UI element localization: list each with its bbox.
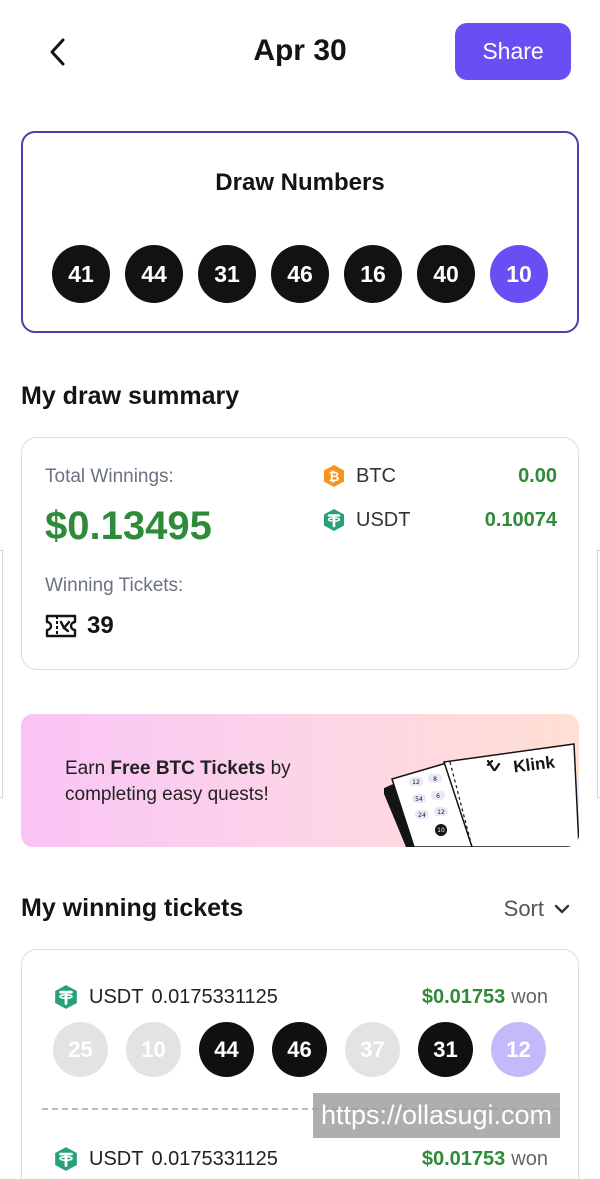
tether-icon xyxy=(55,985,77,1009)
winning-tickets-count-row: 39 xyxy=(45,612,114,640)
ticket-won-word: won xyxy=(511,1147,548,1170)
ticket-ball-miss: 37 xyxy=(345,1022,400,1077)
coin-value: 0.10074 xyxy=(484,508,557,531)
bitcoin-icon: ₿ xyxy=(322,464,346,488)
ticket-currency: USDT xyxy=(89,1147,144,1170)
sort-label: Sort xyxy=(503,896,544,921)
ticket-bonus-ball: 12 xyxy=(491,1022,546,1077)
sort-button[interactable]: Sort xyxy=(504,896,570,922)
ticket-ball-hit: 46 xyxy=(272,1022,327,1077)
draw-ball: 44 xyxy=(125,245,183,303)
ticket-won: $0.01753 won xyxy=(422,986,548,1009)
coin-name: BTC xyxy=(356,464,396,487)
draw-summary-card: Total Winnings: $0.13495 Winning Tickets… xyxy=(21,437,579,670)
draw-ball: 46 xyxy=(271,245,329,303)
left-edge-rail xyxy=(0,550,3,798)
ticket-header: USDT 0.0175331125 $0.01753 won xyxy=(53,984,548,1010)
coin-row-usdt: USDT 0.10074 xyxy=(322,508,557,532)
ticket-amount: 0.0175331125 xyxy=(151,985,278,1008)
draw-numbers-title: Draw Numbers xyxy=(215,169,385,196)
total-winnings-label: Total Winnings: xyxy=(45,466,174,487)
winning-tickets-label: Winning Tickets: xyxy=(45,575,184,596)
promo-text: Earn Free BTC Tickets by completing easy… xyxy=(65,756,365,808)
ticket-won-usd: $0.01753 xyxy=(421,1147,506,1170)
svg-text:₿: ₿ xyxy=(329,470,340,485)
winning-tickets-count: 39 xyxy=(87,612,114,639)
tether-icon xyxy=(55,1147,77,1171)
winning-tickets-title: My winning tickets xyxy=(21,894,244,922)
share-button[interactable]: Share xyxy=(455,23,571,80)
draw-ball: 41 xyxy=(52,245,110,303)
promo-ticket-number: 12 xyxy=(412,779,420,786)
coin-name: USDT xyxy=(356,508,411,531)
ticket-amount: 0.0175331125 xyxy=(151,1147,278,1170)
ticket-balls-row: 25 10 44 46 37 31 12 xyxy=(53,1022,546,1077)
ticket-ball-miss: 10 xyxy=(126,1022,181,1077)
ticket-ball-miss: 25 xyxy=(53,1022,108,1077)
ticket-won-usd: $0.01753 xyxy=(421,985,506,1008)
chevron-down-icon xyxy=(554,904,570,914)
promo-ticket-number: 12 xyxy=(437,809,445,816)
watermark: https://ollasugi.com xyxy=(313,1093,560,1138)
header: Apr 30 Share xyxy=(0,0,600,104)
coin-value: 0.00 xyxy=(518,464,557,487)
promo-ticket-number: 8 xyxy=(433,776,437,783)
winning-tickets-card: USDT 0.0175331125 $0.01753 won 25 10 44 4… xyxy=(21,949,579,1179)
draw-bonus-ball: 10 xyxy=(490,245,548,303)
quests-promo-banner[interactable]: Earn Free BTC Tickets by completing easy… xyxy=(21,714,579,847)
ticket-header: USDT 0.0175331125 $0.01753 won xyxy=(53,1146,548,1172)
promo-text-bold: Free BTC Tickets xyxy=(110,758,266,779)
ticket-ball-hit: 44 xyxy=(199,1022,254,1077)
ticket-currency: USDT xyxy=(89,985,144,1008)
promo-ticket-number: 10 xyxy=(437,827,445,834)
promo-ticket-illustration: 12 8 54 6 24 12 10 Klink xyxy=(384,743,579,847)
total-winnings-value: $0.13495 xyxy=(45,504,212,548)
promo-ticket-number: 24 xyxy=(418,812,426,819)
ticket-ball-hit: 31 xyxy=(418,1022,473,1077)
draw-ball: 40 xyxy=(417,245,475,303)
draw-summary-title: My draw summary xyxy=(21,382,240,410)
coin-row-btc: ₿ BTC 0.00 xyxy=(322,464,557,488)
draw-ball: 31 xyxy=(198,245,256,303)
draw-ball: 16 xyxy=(344,245,402,303)
promo-ticket-number: 54 xyxy=(415,796,423,803)
draw-balls-row: 41 44 31 46 16 40 10 xyxy=(52,245,548,303)
tether-icon xyxy=(322,508,346,532)
ticket-icon xyxy=(45,614,77,638)
ticket-won: $0.01753 won xyxy=(422,1148,548,1171)
ticket-won-word: won xyxy=(511,985,548,1008)
promo-text-before: Earn xyxy=(65,758,111,779)
promo-ticket-number: 6 xyxy=(436,793,440,800)
draw-numbers-card: Draw Numbers 41 44 31 46 16 40 10 xyxy=(21,131,579,333)
